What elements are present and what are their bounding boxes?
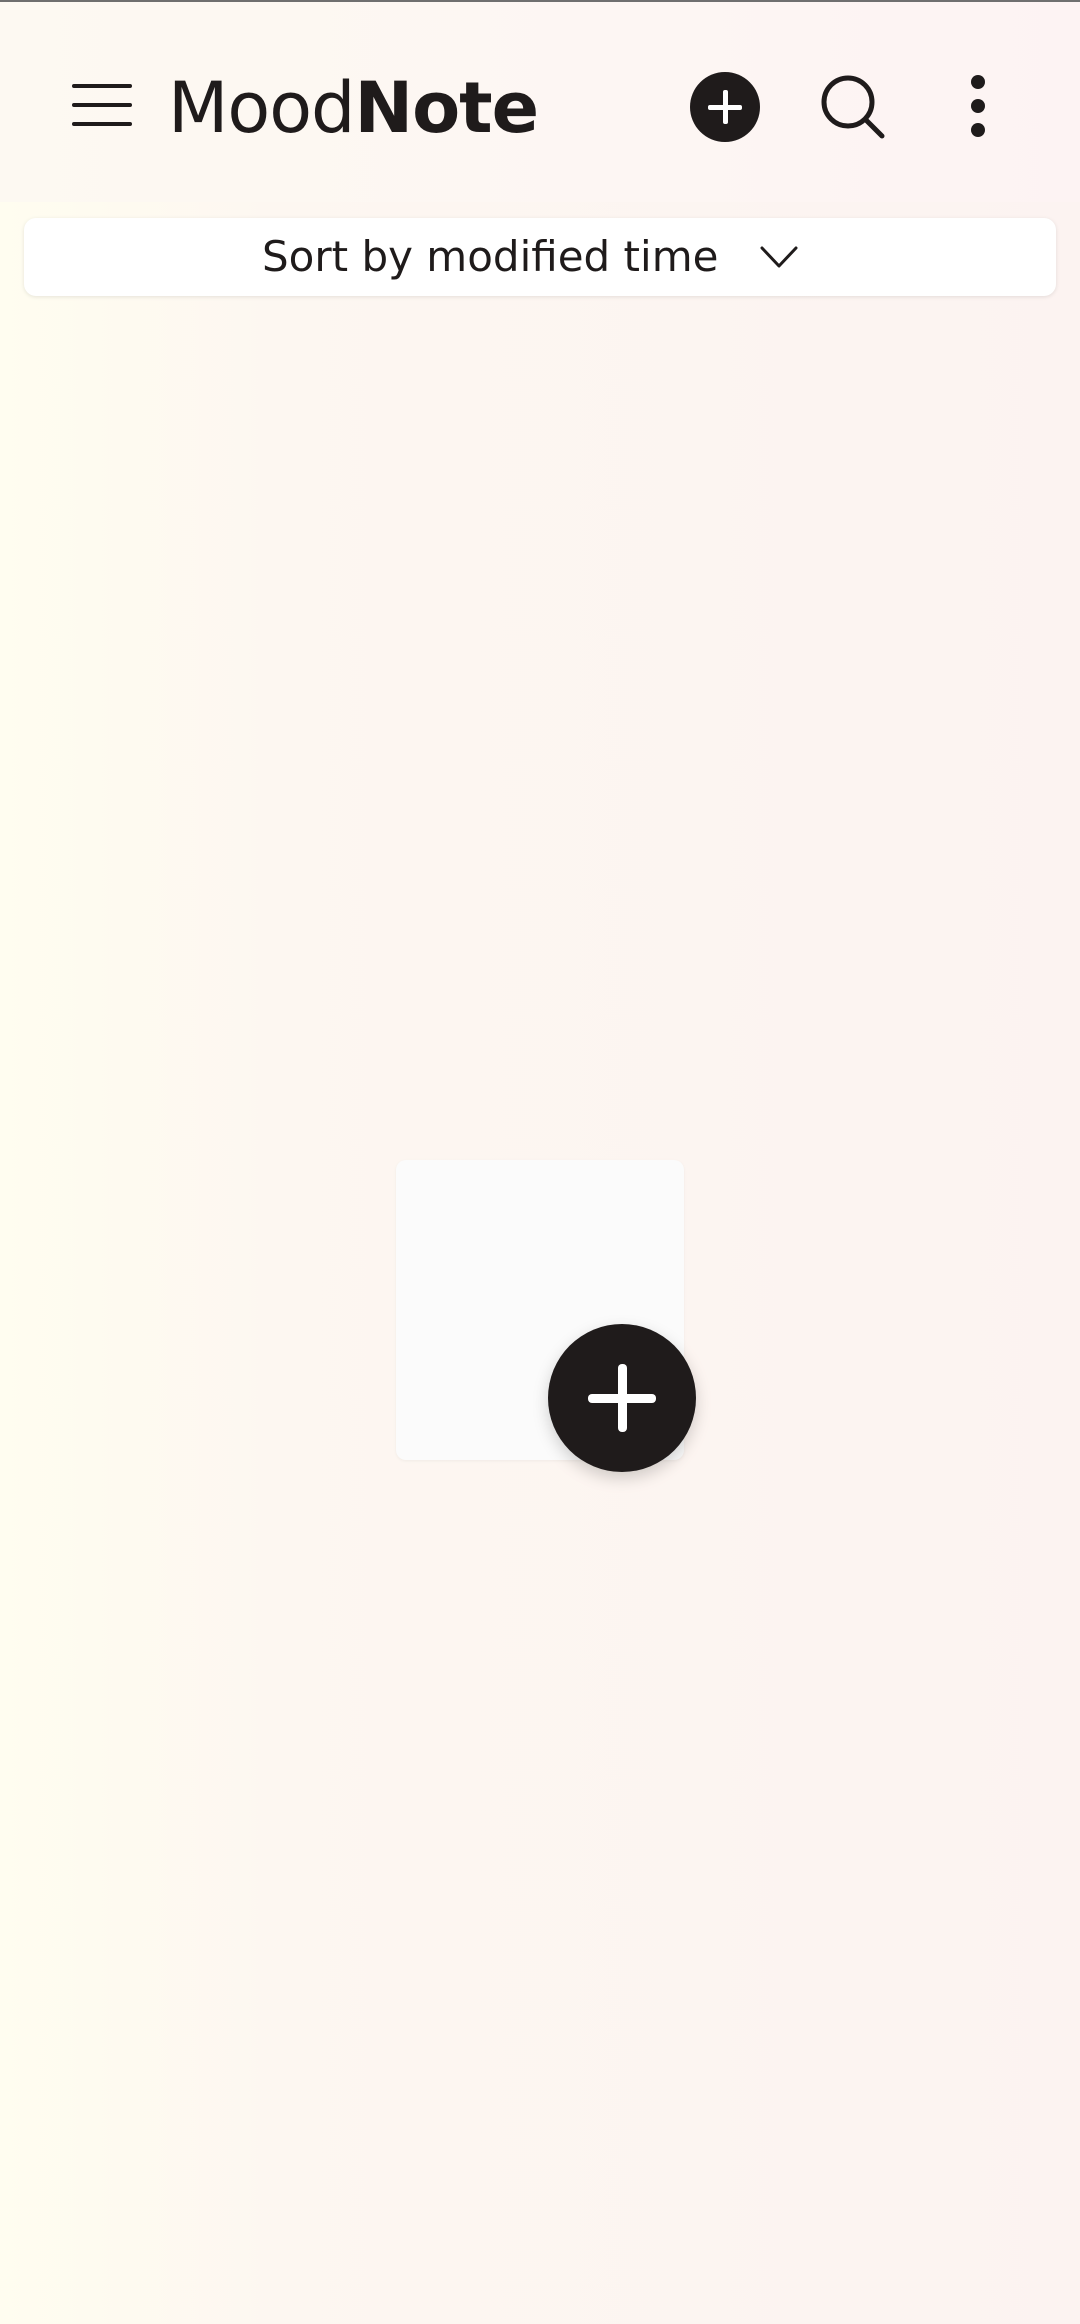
more-options-button[interactable] <box>948 66 1008 146</box>
more-vertical-icon <box>971 75 985 137</box>
hamburger-menu-icon-line-middle <box>72 103 132 107</box>
chevron-down-icon <box>758 240 800 274</box>
add-note-icon <box>588 1364 656 1432</box>
menu-button[interactable] <box>62 70 142 140</box>
app-bar: MoodNote <box>0 2 1080 202</box>
sort-label: Sort by modified time <box>262 232 719 281</box>
add-circle-icon <box>708 90 742 124</box>
hamburger-menu-icon-line-top <box>72 84 132 88</box>
search-icon <box>821 75 885 139</box>
app-title-note: Note <box>354 67 539 149</box>
app-title: MoodNote <box>168 58 539 158</box>
add-note-button[interactable] <box>690 72 760 142</box>
app-title-mood: Mood <box>168 67 355 149</box>
sort-dropdown[interactable]: Sort by modified time <box>24 218 1056 296</box>
create-note-button[interactable] <box>548 1324 696 1472</box>
empty-state <box>396 1160 696 1480</box>
search-button[interactable] <box>812 66 892 146</box>
hamburger-menu-icon-line-bottom <box>72 122 132 126</box>
